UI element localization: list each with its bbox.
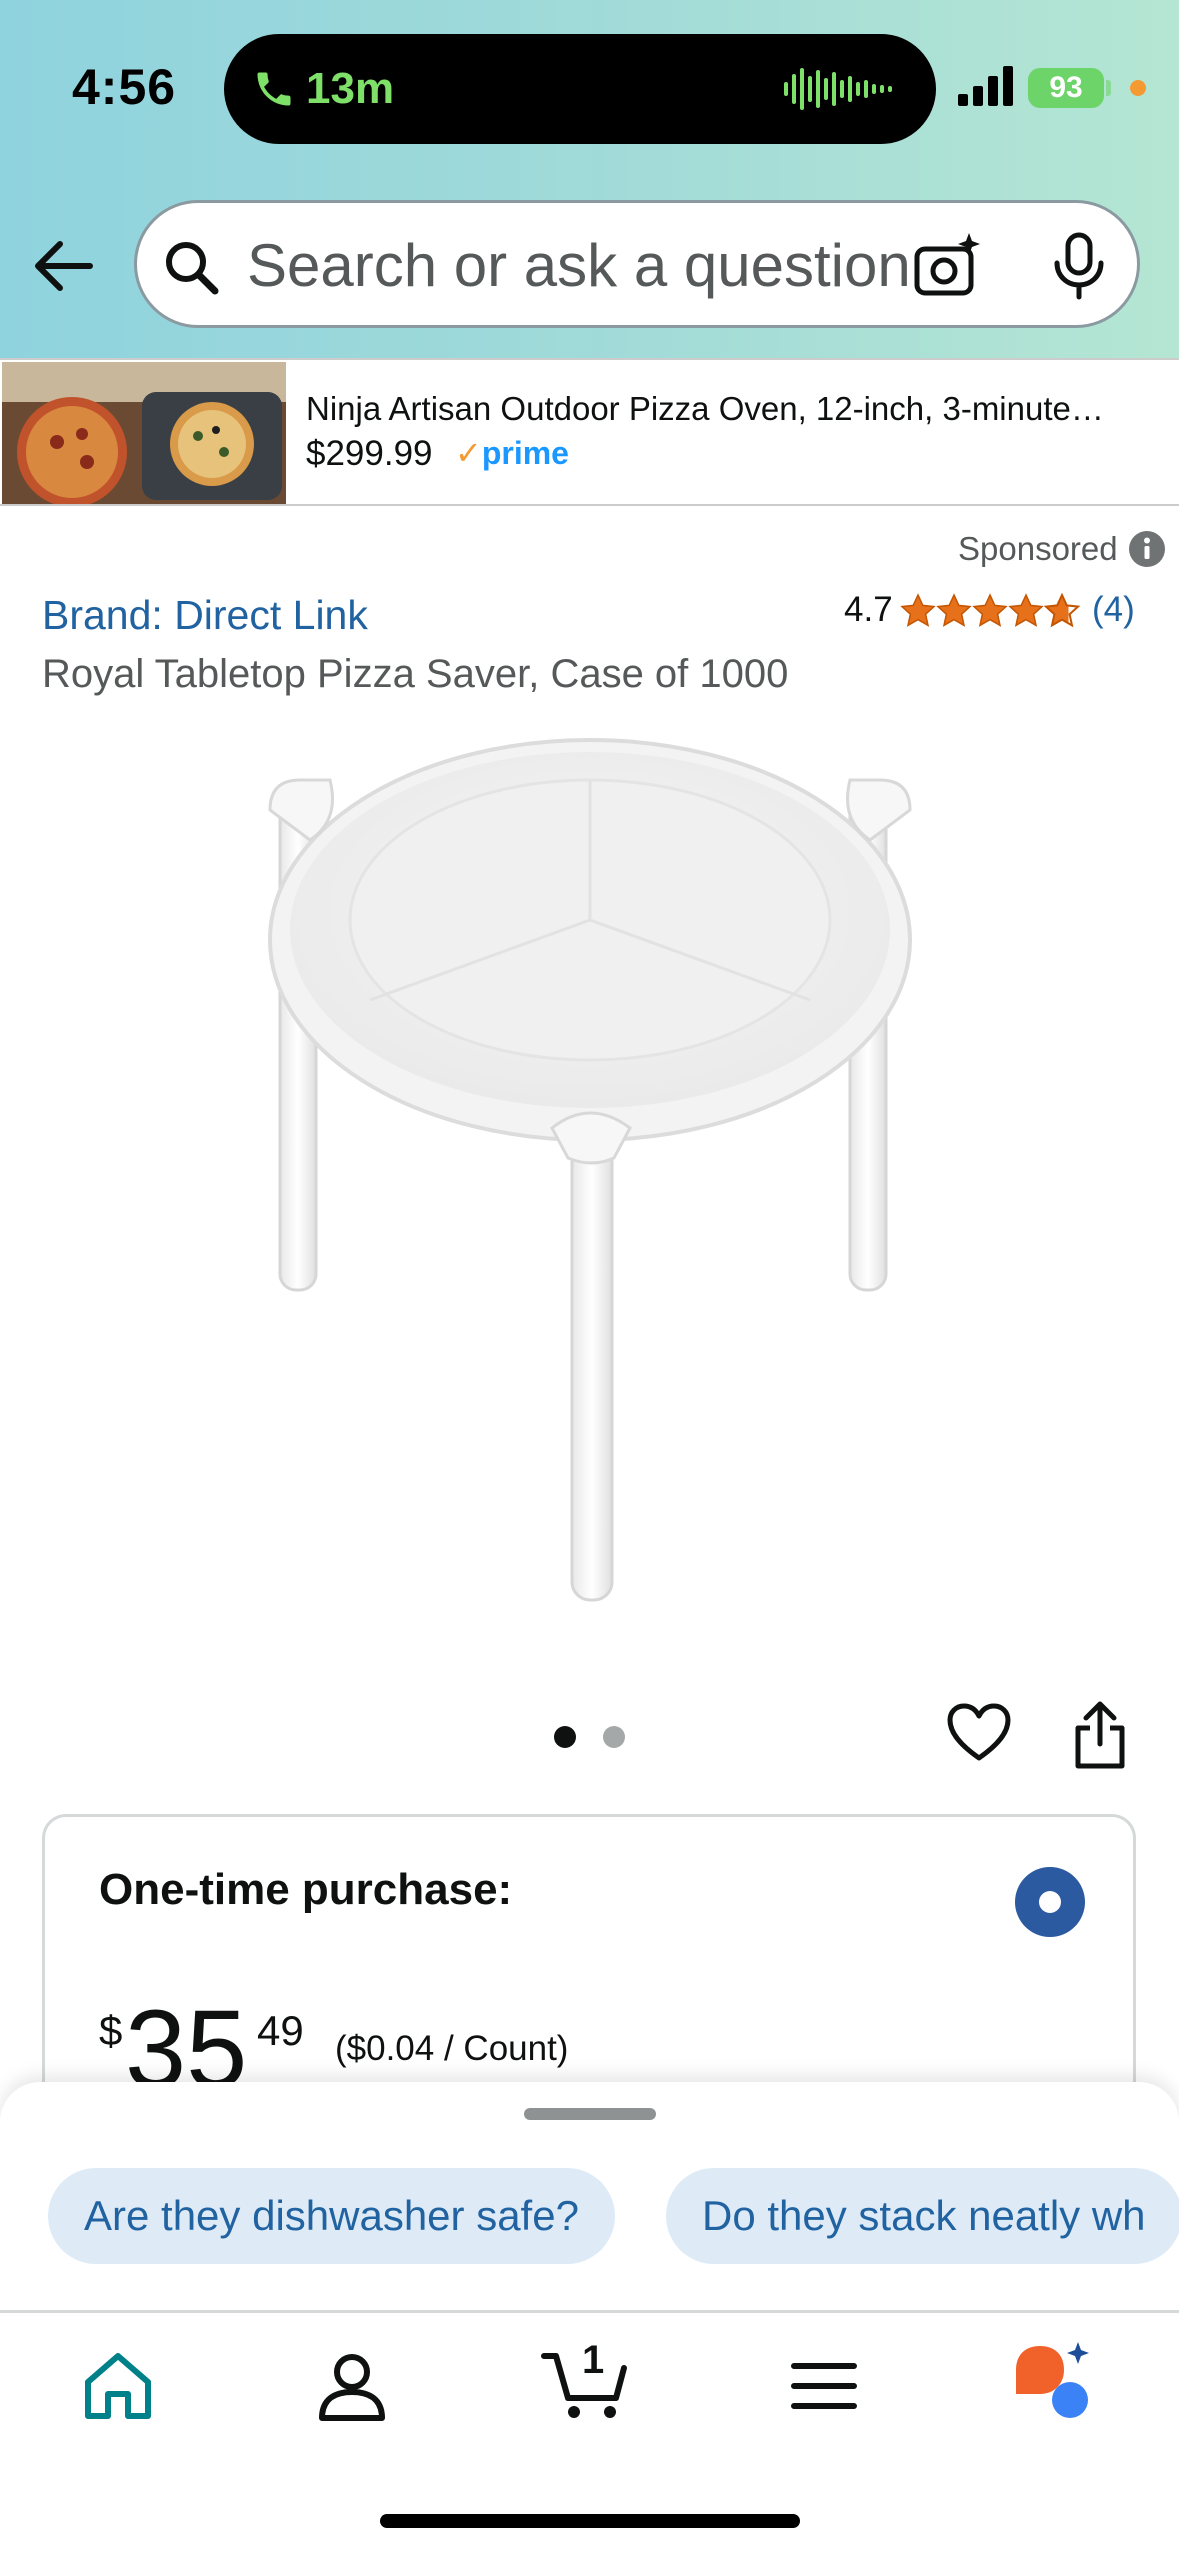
audio-waveform-icon [784, 68, 892, 110]
menu-icon[interactable] [786, 2348, 862, 2424]
search-bar[interactable] [134, 200, 1140, 328]
battery-indicator: 93 [1028, 68, 1104, 108]
sponsored-product-banner[interactable]: Ninja Artisan Outdoor Pizza Oven, 12-inc… [0, 358, 1179, 506]
product-title: Royal Tabletop Pizza Saver, Case of 1000 [42, 652, 789, 696]
privacy-indicator-dot [1130, 80, 1146, 96]
camera-search-icon[interactable] [913, 231, 983, 301]
purchase-option-radio[interactable] [1015, 1867, 1085, 1937]
purchase-option-card[interactable]: One-time purchase: $ 35 49 ($0.04 / Coun… [42, 1814, 1136, 2114]
suggestion-chip[interactable]: Do they stack neatly wh [666, 2168, 1179, 2264]
pizza-oven-image [2, 362, 286, 504]
price-fraction: 49 [257, 2007, 304, 2054]
battery-tip [1106, 80, 1111, 96]
status-time: 4:56 [72, 59, 177, 115]
rating-count-link[interactable]: (4) [1092, 590, 1135, 630]
microphone-icon[interactable] [1049, 231, 1109, 301]
cellular-signal-icon [958, 66, 1013, 106]
nav-divider [0, 2310, 1179, 2313]
info-icon[interactable] [1128, 530, 1166, 568]
phone-icon [257, 72, 291, 106]
price-currency: $ [99, 2007, 123, 2054]
banner-price: $299.99 [306, 434, 433, 473]
cart-count-badge: 1 [582, 2338, 605, 2382]
brand-link[interactable]: Brand: Direct Link [42, 592, 368, 639]
account-icon[interactable] [314, 2348, 390, 2424]
rufus-assistant-icon[interactable] [1010, 2340, 1096, 2426]
search-icon [166, 242, 219, 295]
image-carousel-dot-2[interactable] [603, 1726, 625, 1748]
call-duration: 13m [306, 64, 395, 113]
search-input[interactable] [247, 223, 947, 307]
unit-price: ($0.04 / Count) [335, 2029, 569, 2068]
back-arrow-icon[interactable] [28, 230, 100, 302]
share-icon[interactable] [1072, 1700, 1128, 1770]
dynamic-island-call[interactable]: 13m [224, 34, 936, 144]
rating-value: 4.7 [844, 590, 893, 629]
sheet-grabber[interactable] [524, 2108, 656, 2120]
prime-badge: ✓prime [455, 434, 569, 472]
suggestion-chip[interactable]: Are they dishwasher safe? [48, 2168, 615, 2264]
purchase-option-label: One-time purchase: [99, 1865, 513, 1914]
home-icon[interactable] [80, 2348, 156, 2424]
product-image[interactable] [230, 720, 950, 1620]
banner-product-title: Ninja Artisan Outdoor Pizza Oven, 12-inc… [306, 390, 1104, 427]
prime-label: prime [481, 435, 569, 471]
prime-check-icon: ✓ [455, 435, 482, 471]
heart-icon[interactable] [946, 1702, 1012, 1764]
image-carousel-dot-1[interactable] [554, 1726, 576, 1748]
home-indicator[interactable] [380, 2514, 800, 2528]
rating-stars-icon[interactable] [900, 590, 1080, 630]
rufus-bottom-sheet[interactable]: Are they dishwasher safe? Do they stack … [0, 2082, 1179, 2556]
battery-level: 93 [1049, 71, 1083, 104]
sponsored-label: Sponsored [958, 530, 1118, 567]
